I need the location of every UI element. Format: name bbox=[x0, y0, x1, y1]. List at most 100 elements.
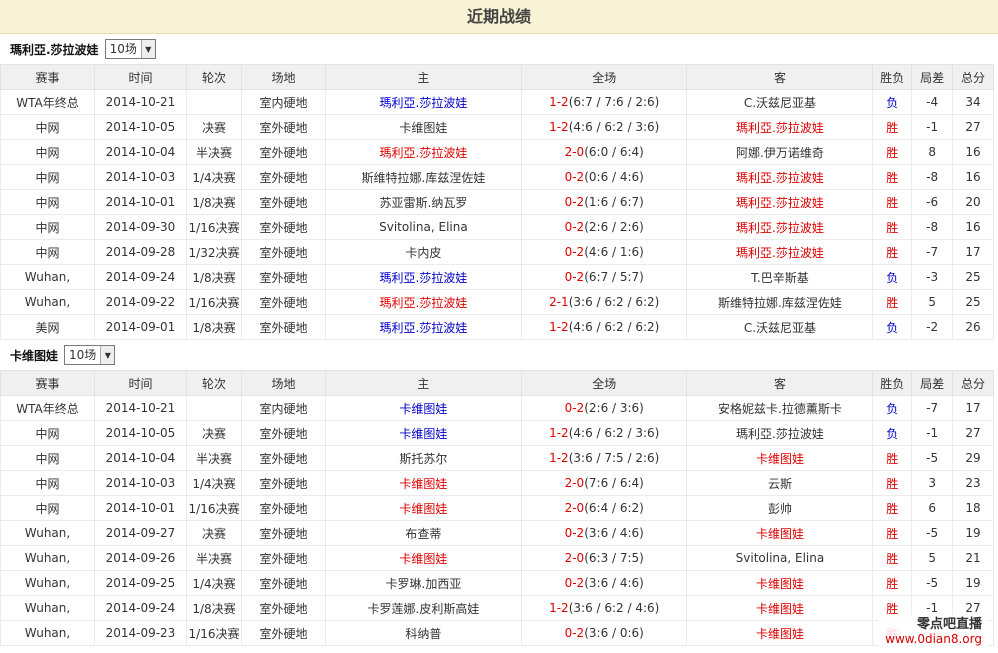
home-player-cell[interactable]: Svitolina, Elina bbox=[324, 214, 522, 240]
diff-cell: -6 bbox=[911, 189, 954, 215]
away-player-cell[interactable]: 瑪利亞.莎拉波娃 bbox=[686, 164, 874, 190]
score-cell: 1-2(6:7 / 7:6 / 2:6) bbox=[520, 89, 688, 115]
away-player-cell[interactable]: 卡维图娃 bbox=[686, 520, 874, 546]
total-cell: 27 bbox=[952, 420, 994, 446]
score-detail: (1:6 / 6:7) bbox=[584, 195, 644, 209]
home-player-cell[interactable]: 卡维图娃 bbox=[324, 420, 522, 446]
home-player-cell[interactable]: 苏亚雷斯.纳瓦罗 bbox=[324, 189, 522, 215]
table-row: 中网 2014-10-04 半决赛 室外硬地 斯托苏尔 1-2(3:6 / 7:5 / 2… bbox=[0, 445, 994, 471]
date-cell: 2014-09-01 bbox=[93, 314, 187, 340]
away-player-cell[interactable]: 阿娜.伊万诺维奇 bbox=[686, 139, 874, 165]
home-player-cell[interactable]: 卡内皮 bbox=[324, 239, 522, 265]
home-player-cell[interactable]: 科纳普 bbox=[324, 620, 522, 646]
home-player-cell[interactable]: 卡维图娃 bbox=[324, 114, 522, 140]
total-cell: 19 bbox=[952, 520, 994, 546]
home-player-cell[interactable]: 卡维图娃 bbox=[324, 470, 522, 496]
home-player-cell[interactable]: 卡罗莲娜.皮利斯高娃 bbox=[324, 595, 522, 621]
home-player-cell[interactable]: 瑪利亞.莎拉波娃 bbox=[324, 289, 522, 315]
event-cell: 中网 bbox=[0, 189, 95, 215]
score-detail: (0:6 / 4:6) bbox=[584, 170, 644, 184]
home-player-cell[interactable]: 卡维图娃 bbox=[324, 545, 522, 571]
away-player-cell[interactable]: 安格妮兹卡.拉德薰斯卡 bbox=[686, 395, 874, 421]
round-cell: 决赛 bbox=[185, 420, 243, 446]
match-count-select[interactable]: 10场 ▼ bbox=[104, 39, 156, 59]
table-row: Wuhan, 2014-09-24 1/8决赛 室外硬地 瑪利亞.莎拉波娃 0-2(6:7… bbox=[0, 264, 994, 290]
away-player-cell[interactable]: 彭帅 bbox=[686, 495, 874, 521]
score-cell: 0-2(3:6 / 4:6) bbox=[520, 520, 688, 546]
total-cell: 20 bbox=[952, 189, 994, 215]
column-header: 总分 bbox=[952, 64, 994, 90]
home-player-cell[interactable]: 斯维特拉娜.库兹涅佐娃 bbox=[324, 164, 522, 190]
score-cell: 1-2(4:6 / 6:2 / 6:2) bbox=[520, 314, 688, 340]
home-player-cell[interactable]: 布查蒂 bbox=[324, 520, 522, 546]
surface-cell: 室外硬地 bbox=[241, 620, 326, 646]
score-detail: (4:6 / 6:2 / 3:6) bbox=[568, 120, 660, 134]
away-player-cell[interactable]: 瑪利亞.莎拉波娃 bbox=[686, 214, 874, 240]
home-player-cell[interactable]: 卡维图娃 bbox=[324, 395, 522, 421]
event-cell: 中网 bbox=[0, 470, 95, 496]
away-player-cell[interactable]: C.沃兹尼亚基 bbox=[686, 89, 874, 115]
away-player-cell[interactable]: 瑪利亞.莎拉波娃 bbox=[686, 189, 874, 215]
surface-cell: 室外硬地 bbox=[241, 520, 326, 546]
table-row: 中网 2014-09-30 1/16决赛 室外硬地 Svitolina, Elina 0-… bbox=[0, 214, 994, 240]
away-player-cell[interactable]: 斯维特拉娜.库兹涅佐娃 bbox=[686, 289, 874, 315]
event-cell: 中网 bbox=[0, 114, 95, 140]
table-row: Wuhan, 2014-09-26 半决赛 室外硬地 卡维图娃 2-0(6:3 / 7:5… bbox=[0, 545, 994, 571]
home-player-cell[interactable]: 斯托苏尔 bbox=[324, 445, 522, 471]
total-cell: 25 bbox=[952, 264, 994, 290]
away-player-cell[interactable]: 瑪利亞.莎拉波娃 bbox=[686, 420, 874, 446]
round-cell: 1/16决赛 bbox=[185, 214, 243, 240]
away-player-cell[interactable]: 卡维图娃 bbox=[686, 620, 874, 646]
score-detail: (3:6 / 6:2 / 6:2) bbox=[568, 295, 660, 309]
away-player-cell[interactable]: 瑪利亞.莎拉波娃 bbox=[686, 114, 874, 140]
score-detail: (2:6 / 2:6) bbox=[584, 220, 644, 234]
total-cell: 21 bbox=[952, 545, 994, 571]
away-player-cell[interactable]: T.巴辛斯基 bbox=[686, 264, 874, 290]
score-main: 0-2 bbox=[564, 526, 585, 540]
away-player-cell[interactable]: Svitolina, Elina bbox=[686, 545, 874, 571]
score-cell: 2-0(6:0 / 6:4) bbox=[520, 139, 688, 165]
away-player-cell[interactable]: 卡维图娃 bbox=[686, 570, 874, 596]
chevron-down-icon[interactable]: ▼ bbox=[100, 346, 115, 364]
surface-cell: 室外硬地 bbox=[241, 164, 326, 190]
score-detail: (6:3 / 7:5) bbox=[584, 551, 644, 565]
diff-cell: -5 bbox=[911, 520, 954, 546]
away-player-cell[interactable]: 卡维图娃 bbox=[686, 595, 874, 621]
table-row: Wuhan, 2014-09-25 1/4决赛 室外硬地 卡罗琳.加西亚 0-2(3:6 … bbox=[0, 570, 994, 596]
event-cell: Wuhan, bbox=[0, 570, 95, 596]
event-cell: Wuhan, bbox=[0, 545, 95, 571]
diff-cell: -8 bbox=[911, 164, 954, 190]
column-header: 客 bbox=[686, 370, 874, 396]
diff-cell: -8 bbox=[911, 214, 954, 240]
home-player-cell[interactable]: 瑪利亞.莎拉波娃 bbox=[324, 89, 522, 115]
result-cell: 胜 bbox=[872, 545, 913, 571]
table-row: 中网 2014-10-05 决赛 室外硬地 卡维图娃 1-2(4:6 / 6:2 / 3:… bbox=[0, 420, 994, 446]
date-cell: 2014-09-24 bbox=[93, 595, 187, 621]
total-cell: 34 bbox=[952, 89, 994, 115]
home-player-cell[interactable]: 瑪利亞.莎拉波娃 bbox=[324, 314, 522, 340]
result-cell: 胜 bbox=[872, 239, 913, 265]
date-cell: 2014-09-26 bbox=[93, 545, 187, 571]
away-player-cell[interactable]: 云斯 bbox=[686, 470, 874, 496]
match-count-value: 10场 bbox=[109, 42, 137, 56]
total-cell: 16 bbox=[952, 164, 994, 190]
score-detail: (3:6 / 6:2 / 4:6) bbox=[568, 601, 660, 615]
home-player-cell[interactable]: 瑪利亞.莎拉波娃 bbox=[324, 139, 522, 165]
date-cell: 2014-10-05 bbox=[93, 420, 187, 446]
score-detail: (6:7 / 7:6 / 2:6) bbox=[568, 95, 660, 109]
away-player-cell[interactable]: 瑪利亞.莎拉波娃 bbox=[686, 239, 874, 265]
round-cell bbox=[185, 395, 243, 421]
total-cell: 19 bbox=[952, 570, 994, 596]
chevron-down-icon[interactable]: ▼ bbox=[140, 40, 155, 58]
result-cell: 胜 bbox=[872, 495, 913, 521]
home-player-cell[interactable]: 卡罗琳.加西亚 bbox=[324, 570, 522, 596]
diff-cell: 6 bbox=[911, 495, 954, 521]
home-player-cell[interactable]: 瑪利亞.莎拉波娃 bbox=[324, 264, 522, 290]
matches-table: 赛事 时间 轮次 场地主全场客胜负 局差 总分 WTA年终总 2014-10-21 室内硬地 卡维… bbox=[0, 370, 994, 646]
home-player-cell[interactable]: 卡维图娃 bbox=[324, 495, 522, 521]
result-cell: 胜 bbox=[872, 289, 913, 315]
event-cell: 中网 bbox=[0, 495, 95, 521]
away-player-cell[interactable]: 卡维图娃 bbox=[686, 445, 874, 471]
away-player-cell[interactable]: C.沃兹尼亚基 bbox=[686, 314, 874, 340]
match-count-select[interactable]: 10场 ▼ bbox=[64, 345, 116, 365]
